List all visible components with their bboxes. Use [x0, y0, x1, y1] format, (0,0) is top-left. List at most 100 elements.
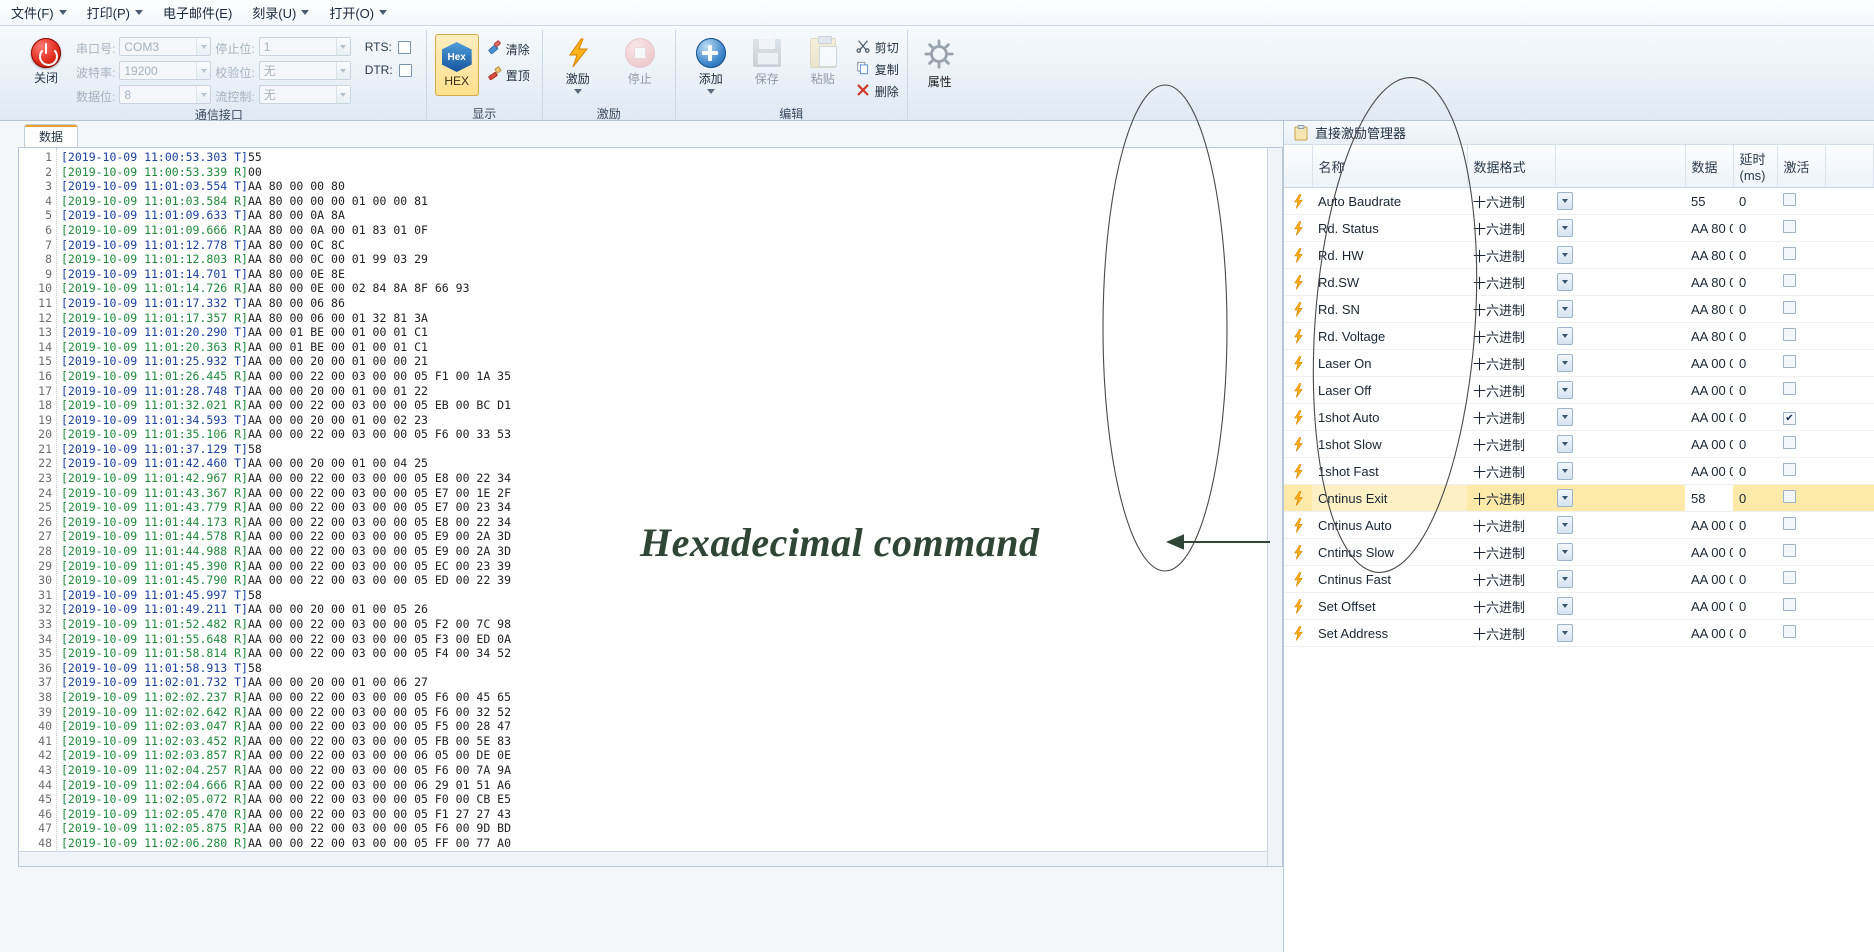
chevron-down-icon[interactable]: [1557, 246, 1573, 264]
row-data[interactable]: AA 80 00 0E 8E: [1685, 295, 1733, 323]
row-name[interactable]: Cntinus Fast: [1312, 565, 1467, 593]
row-active-checkbox[interactable]: [1783, 436, 1796, 449]
chevron-down-icon[interactable]: [335, 86, 350, 103]
row-active-checkbox[interactable]: [1783, 274, 1796, 287]
row-format-dropdown[interactable]: [1555, 214, 1685, 242]
add-button[interactable]: 添加: [684, 34, 738, 94]
menu-item-4[interactable]: 打开(O): [320, 0, 396, 25]
row-active-checkbox[interactable]: [1783, 571, 1796, 584]
row-delay[interactable]: 0: [1733, 619, 1777, 647]
row-delay[interactable]: 0: [1733, 322, 1777, 350]
table-row[interactable]: 1shot Fast十六进制 AA 00 00 20 00 01 00 02 23…: [1284, 457, 1874, 485]
cut-button[interactable]: 剪切: [856, 39, 899, 56]
row-delay[interactable]: 0: [1733, 457, 1777, 485]
chevron-down-icon[interactable]: [196, 62, 211, 79]
chevron-down-icon[interactable]: [706, 89, 715, 94]
row-active-checkbox[interactable]: [1783, 490, 1796, 503]
chevron-down-icon[interactable]: [1557, 570, 1573, 588]
chevron-down-icon[interactable]: [1557, 435, 1573, 453]
table-header-2[interactable]: 数据: [1685, 145, 1734, 188]
log-viewer[interactable]: 1 2 3 4 5 6 7 8 9 10 11 12 13 14 15 16 17 18 19 20 21 22 23 24 2…: [18, 147, 1283, 867]
field-input-5[interactable]: 无: [258, 85, 351, 104]
row-active-checkbox[interactable]: [1783, 463, 1796, 476]
chevron-down-icon[interactable]: [196, 38, 211, 55]
row-name[interactable]: Auto Baudrate: [1312, 187, 1467, 215]
menu-item-1[interactable]: 打印(P): [78, 0, 152, 25]
row-name[interactable]: Cntinus Slow: [1312, 538, 1467, 566]
table-row[interactable]: Cntinus Exit 十六进制 58 0: [1284, 484, 1874, 512]
row-data[interactable]: AA 00 00 12 00 01 00 00 13: [1685, 592, 1733, 620]
row-format-dropdown[interactable]: [1555, 187, 1685, 215]
table-header-1[interactable]: 数据格式: [1467, 145, 1556, 188]
row-data[interactable]: AA 00 00 10 00 01 00 00 11: [1685, 619, 1733, 647]
row-name[interactable]: Cntinus Auto: [1312, 511, 1467, 539]
chevron-down-icon[interactable]: [134, 10, 143, 15]
row-name[interactable]: Rd. SN: [1312, 295, 1467, 323]
field-input-3[interactable]: 无: [258, 61, 351, 80]
chevron-down-icon[interactable]: [1557, 192, 1573, 210]
row-name[interactable]: Laser Off: [1312, 376, 1467, 404]
row-delay[interactable]: 0: [1733, 538, 1777, 566]
row-name[interactable]: Rd. Voltage: [1312, 322, 1467, 350]
row-active-checkbox[interactable]: [1783, 220, 1796, 233]
table-row[interactable]: Rd. Voltage十六进制 AA 80 00 06 860: [1284, 322, 1874, 350]
row-data[interactable]: AA 00 00 20 00 01 00 06 27: [1685, 565, 1733, 593]
properties-button[interactable]: 属性: [916, 34, 964, 90]
table-row[interactable]: Cntinus Auto十六进制 AA 00 00 20 00 01 00 04 …: [1284, 511, 1874, 539]
row-data[interactable]: AA 00 01 BE 00 01 00 01 C1: [1685, 349, 1733, 377]
row-delay[interactable]: 0: [1733, 403, 1777, 431]
menu-item-2[interactable]: 电子邮件(E): [154, 0, 241, 25]
row-format-dropdown[interactable]: [1555, 322, 1685, 350]
pin-top-button[interactable]: 置顶: [487, 66, 530, 84]
row-data[interactable]: AA 00 00 20 00 01 00 04 25: [1685, 511, 1733, 539]
row-delay[interactable]: 0: [1733, 511, 1777, 539]
log-horizontal-scrollbar[interactable]: [19, 851, 1267, 866]
table-header-3[interactable]: 延时(ms): [1733, 145, 1778, 188]
row-delay[interactable]: 0: [1733, 592, 1777, 620]
chevron-down-icon[interactable]: [1557, 327, 1573, 345]
row-data[interactable]: AA 80 00 06 86: [1685, 322, 1733, 350]
table-row[interactable]: Laser On十六进制 AA 00 01 BE 00 01 00 01 C10: [1284, 349, 1874, 377]
row-name[interactable]: Rd. HW: [1312, 241, 1467, 269]
row-format-dropdown[interactable]: [1555, 511, 1685, 539]
chevron-down-icon[interactable]: [1557, 516, 1573, 534]
row-format-dropdown[interactable]: [1555, 295, 1685, 323]
row-data[interactable]: AA 80 00 0A 8A: [1685, 241, 1733, 269]
row-name[interactable]: Set Offset: [1312, 592, 1467, 620]
menu-item-0[interactable]: 文件(F): [2, 0, 76, 25]
row-active-checkbox[interactable]: [1783, 193, 1796, 206]
row-delay[interactable]: 0: [1733, 268, 1777, 296]
row-data[interactable]: AA 00 00 20 00 01 00 05 26: [1685, 538, 1733, 566]
table-row[interactable]: Auto Baudrate 十六进制 55 0: [1284, 187, 1874, 215]
field-input-4[interactable]: 8: [119, 85, 212, 104]
row-delay[interactable]: 0: [1733, 349, 1777, 377]
chevron-down-icon[interactable]: [573, 89, 582, 94]
row-data[interactable]: AA 00 00 20 00 01 00 01 22: [1685, 430, 1733, 458]
chevron-down-icon[interactable]: [1557, 597, 1573, 615]
row-active-checkbox[interactable]: [1783, 247, 1796, 260]
chevron-down-icon[interactable]: [1557, 219, 1573, 237]
row-delay[interactable]: 0: [1733, 214, 1777, 242]
checkbox-rts[interactable]: [397, 40, 411, 54]
row-name[interactable]: 1shot Auto: [1312, 403, 1467, 431]
table-row[interactable]: Laser Off十六进制 AA 00 01 BE 00 01 00 01 C10: [1284, 376, 1874, 404]
row-data[interactable]: 58: [1685, 484, 1733, 512]
row-format-dropdown[interactable]: [1555, 484, 1685, 512]
table-row[interactable]: 1shot Auto十六进制 AA 00 00 20 00 01 00 00 21…: [1284, 403, 1874, 431]
row-delay[interactable]: 0: [1733, 241, 1777, 269]
chevron-down-icon[interactable]: [1557, 489, 1573, 507]
row-format-dropdown[interactable]: [1555, 376, 1685, 404]
table-row[interactable]: Cntinus Slow十六进制 AA 00 00 20 00 01 00 05 …: [1284, 538, 1874, 566]
menu-item-3[interactable]: 刻录(U): [243, 0, 318, 25]
row-format-dropdown[interactable]: [1555, 241, 1685, 269]
row-active-checkbox[interactable]: [1783, 328, 1796, 341]
row-name[interactable]: Rd.SW: [1312, 268, 1467, 296]
row-data[interactable]: AA 00 00 20 00 01 00 02 23: [1685, 457, 1733, 485]
row-active-checkbox[interactable]: [1783, 625, 1796, 638]
table-row[interactable]: Rd. SN十六进制 AA 80 00 0E 8E0: [1284, 295, 1874, 323]
table-header-4[interactable]: 激活: [1777, 145, 1826, 188]
chevron-down-icon[interactable]: [1557, 543, 1573, 561]
chevron-down-icon[interactable]: [1557, 300, 1573, 318]
checkbox-dtr[interactable]: [398, 63, 412, 77]
log-vertical-scrollbar[interactable]: [1267, 148, 1282, 866]
